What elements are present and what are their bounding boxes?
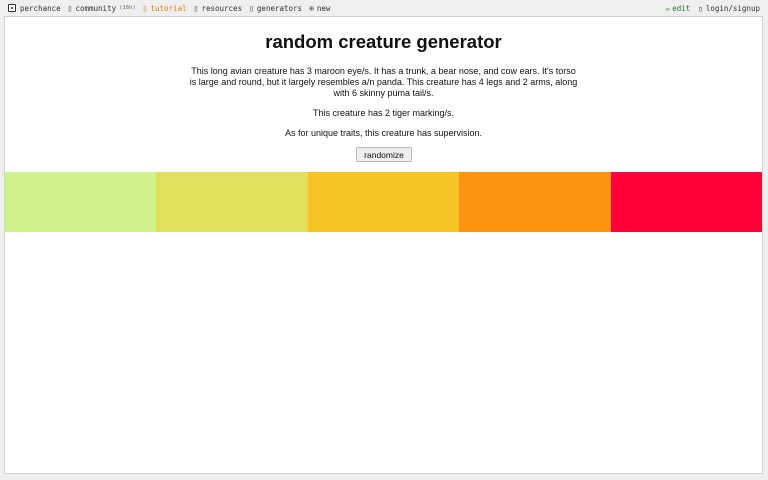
nav-item-generators[interactable]: ▯ generators <box>249 4 302 13</box>
community-label: community <box>75 3 117 13</box>
nav-item-community[interactable]: ▯ community (16h) <box>68 4 136 13</box>
color-swatch-3 <box>307 172 460 232</box>
edit-label: edit <box>672 3 691 13</box>
pencil-icon: ✏ <box>665 3 671 13</box>
color-swatch-5 <box>610 172 763 232</box>
creature-description: This long avian creature has 3 maroon ey… <box>189 66 578 98</box>
color-swatch-1 <box>5 172 157 232</box>
creature-markings: This creature has 2 tiger marking/s. <box>312 108 455 118</box>
resources-label: resources <box>201 3 243 13</box>
plus-circle-icon: ⊕ <box>309 3 314 13</box>
nav-item-tutorial[interactable]: ▯ tutorial <box>143 4 187 13</box>
resources-icon: ▯ <box>193 3 199 13</box>
nav-right-group: ✏ edit ▯ login/signup <box>666 4 768 13</box>
nav-item-resources[interactable]: ▯ resources <box>194 4 242 13</box>
randomize-button[interactable]: randomize <box>356 147 412 162</box>
generators-icon: ▯ <box>249 3 254 13</box>
new-label: new <box>316 3 331 13</box>
generators-label: generators <box>256 3 303 13</box>
tutorial-icon: ▯ <box>142 3 148 13</box>
generator-output-frame: random creature generator This long avia… <box>4 16 763 474</box>
tutorial-label: tutorial <box>150 3 187 13</box>
user-icon: ▯ <box>698 3 703 13</box>
community-badge: (16h) <box>119 5 136 11</box>
nav-item-perchance[interactable]: perchance <box>8 4 61 13</box>
top-navigation-bar: perchance ▯ community (16h) ▯ tutorial ▯… <box>0 0 768 16</box>
dice-logo-icon <box>8 4 16 12</box>
color-swatch-2 <box>156 172 308 232</box>
edit-link[interactable]: ✏ edit <box>666 4 691 13</box>
creature-traits: As for unique traits, this creature has … <box>284 128 483 138</box>
color-swatch-4 <box>459 172 611 232</box>
login-signup-link[interactable]: ▯ login/signup <box>698 4 760 13</box>
color-palette <box>5 172 763 232</box>
nav-item-new[interactable]: ⊕ new <box>309 4 330 13</box>
login-label: login/signup <box>705 3 760 13</box>
community-icon: ▯ <box>67 3 73 13</box>
page-title: random creature generator <box>265 31 502 52</box>
nav-left-group: perchance ▯ community (16h) ▯ tutorial ▯… <box>0 4 337 13</box>
brand-label: perchance <box>20 3 61 13</box>
